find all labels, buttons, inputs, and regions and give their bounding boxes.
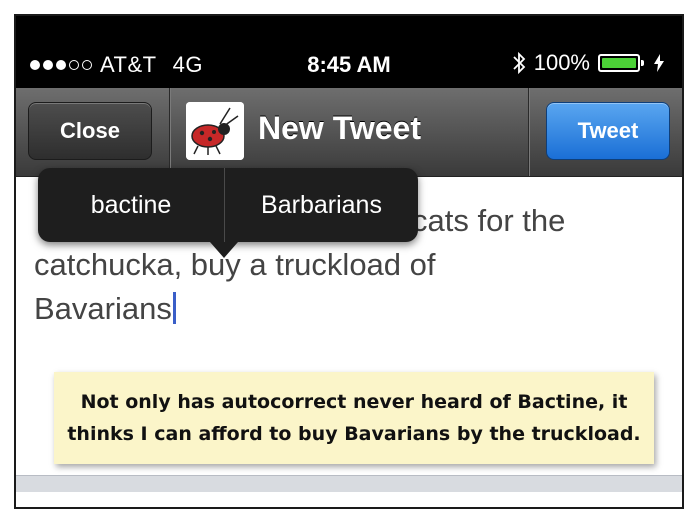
- annotation-note: Not only has autocorrect never heard of …: [54, 372, 654, 464]
- text-cursor: [172, 292, 176, 324]
- bluetooth-icon: [513, 51, 525, 75]
- text-line-3: Bavarians: [34, 287, 634, 331]
- ladybug-avatar-icon: [186, 102, 244, 160]
- navigation-bar: Close New Tweet Tweet: [16, 88, 682, 177]
- suggestion-bactine[interactable]: bactine: [38, 168, 225, 242]
- popover-pointer: [210, 242, 238, 258]
- tweet-button[interactable]: Tweet: [546, 102, 670, 160]
- text-line-3-content: Bavarians: [34, 291, 172, 326]
- battery-icon: [598, 54, 644, 72]
- status-bar: AT&T 4G 8:45 AM 100%: [16, 16, 682, 88]
- note-line-2: thinks I can afford to buy Bavarians by …: [67, 423, 641, 445]
- keyboard-edge: [16, 475, 682, 492]
- battery-percent: 100%: [533, 50, 590, 75]
- charging-bolt-icon: [654, 54, 664, 72]
- phone-screenshot-frame: AT&T 4G 8:45 AM 100% Close New Tweet Twe…: [14, 14, 684, 509]
- status-right: 100%: [512, 50, 664, 76]
- nav-divider: [169, 88, 170, 176]
- nav-divider: [528, 88, 529, 176]
- account-avatar[interactable]: [186, 102, 244, 160]
- suggestion-barbarians[interactable]: Barbarians: [225, 168, 418, 242]
- note-line-1: Not only has autocorrect never heard of …: [80, 391, 628, 413]
- page-title: New Tweet: [258, 110, 421, 146]
- autocorrect-suggestions: bactine Barbarians: [38, 168, 418, 258]
- close-button[interactable]: Close: [28, 102, 152, 160]
- text-line-2: catchucka, buy a truckload of: [34, 247, 436, 282]
